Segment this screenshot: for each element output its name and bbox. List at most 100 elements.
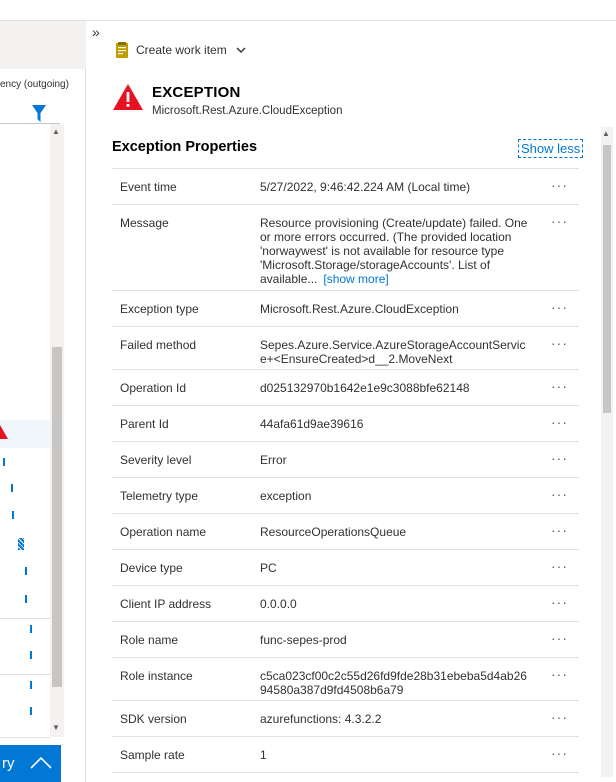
property-value: Microsoft.Rest.Azure.CloudException: [260, 302, 459, 316]
property-key: Telemetry type: [120, 489, 199, 503]
table-row: Role instance c5ca023cf00c2c55d26fd9fde2…: [112, 658, 579, 701]
work-item-label: Create work item: [136, 43, 227, 57]
show-less-link[interactable]: Show less: [518, 139, 584, 158]
more-icon[interactable]: ···: [551, 522, 568, 538]
more-icon[interactable]: ···: [551, 558, 568, 574]
left-results-pane: ency (outgoing) ▲ ▼: [0, 21, 86, 782]
dependency-bar: [25, 595, 27, 603]
property-key: Message: [120, 216, 169, 230]
property-key: Operation Id: [120, 381, 187, 395]
property-value: Resource provisioning (Create/update) fa…: [260, 216, 528, 286]
dependency-bar: [12, 511, 14, 519]
more-icon[interactable]: ···: [551, 666, 568, 682]
property-value: 1: [260, 748, 267, 762]
more-icon[interactable]: ···: [551, 414, 568, 430]
left-scroll-down-icon[interactable]: ▼: [52, 723, 60, 732]
scroll-up-icon[interactable]: ▲: [602, 129, 610, 138]
exception-title: EXCEPTION: [152, 84, 241, 101]
create-work-item-button[interactable]: Create work item: [115, 39, 246, 61]
property-value: PC: [260, 561, 277, 575]
property-key: SDK version: [120, 712, 187, 726]
dependency-bar: [30, 625, 32, 633]
group-divider: [0, 618, 50, 619]
dependency-bar: [30, 681, 32, 689]
table-row: SDK version azurefunctions: 4.3.2.2 ···: [112, 701, 579, 737]
telemetry-toggle-button[interactable]: ry: [0, 745, 61, 782]
property-value: c5ca023cf00c2c55d26fd9fde28b31ebeba5d4ab…: [260, 669, 527, 697]
table-row: Operation name ResourceOperationsQueue ·…: [112, 514, 579, 550]
properties-table: Event time 5/27/2022, 9:46:42.224 AM (Lo…: [112, 168, 579, 773]
table-row: Telemetry type exception ···: [112, 478, 579, 514]
chevron-up-icon: [30, 756, 52, 769]
table-row: Message Resource provisioning (Create/up…: [112, 205, 579, 291]
expand-icon[interactable]: »: [92, 24, 100, 40]
property-value: exception: [260, 489, 312, 503]
telemetry-button-label: ry: [2, 755, 15, 772]
error-triangle-icon: [113, 84, 143, 110]
table-row: Sample rate 1 ···: [112, 737, 579, 773]
error-triangle-icon: [0, 425, 8, 439]
dependency-bar: [3, 458, 5, 466]
more-icon[interactable]: ···: [551, 745, 568, 761]
exception-type-subtitle: Microsoft.Rest.Azure.CloudException: [152, 105, 343, 117]
more-icon[interactable]: ···: [551, 486, 568, 502]
dependency-bar-striped: [18, 538, 24, 550]
table-row: Failed method Sepes.Azure.Service.AzureS…: [112, 327, 579, 370]
top-border: [0, 0, 616, 21]
property-key: Severity level: [120, 453, 192, 467]
section-title: Exception Properties: [112, 139, 258, 155]
group-divider: [0, 737, 50, 738]
dependency-bar: [30, 651, 32, 659]
chevron-down-icon: [236, 47, 246, 53]
scroll-thumb[interactable]: [603, 145, 611, 413]
table-row: Client IP address 0.0.0.0 ···: [112, 586, 579, 622]
more-icon[interactable]: ···: [551, 450, 568, 466]
more-icon[interactable]: ···: [551, 335, 568, 351]
column-header-dependency[interactable]: ency (outgoing): [0, 79, 69, 90]
property-value: Sepes.Azure.Service.AzureStorageAccountS…: [260, 338, 526, 366]
more-icon[interactable]: ···: [551, 213, 568, 229]
exception-details-pane: » Create work item EXCEPTION Microsoft.R…: [87, 21, 616, 782]
property-key: Exception type: [120, 302, 199, 316]
table-row: Event time 5/27/2022, 9:46:42.224 AM (Lo…: [112, 169, 579, 205]
dependency-bar: [25, 567, 27, 575]
more-icon[interactable]: ···: [551, 299, 568, 315]
more-icon[interactable]: ···: [551, 709, 568, 725]
filter-icon[interactable]: [32, 105, 46, 123]
work-item-icon: [116, 42, 128, 58]
table-row: Operation Id d025132970b1642e1e9c3088bfe…: [112, 370, 579, 406]
table-row: Device type PC ···: [112, 550, 579, 586]
property-value: ResourceOperationsQueue: [260, 525, 407, 539]
property-key: Device type: [120, 561, 183, 575]
property-key: Role name: [120, 633, 179, 647]
left-scroll-thumb[interactable]: [52, 347, 62, 687]
property-value: func-sepes-prod: [260, 633, 347, 647]
left-pane-header: [0, 21, 86, 69]
property-key: Parent Id: [120, 417, 169, 431]
property-value-wrap: Resource provisioning (Create/update) fa…: [260, 216, 532, 286]
left-scroll-up-icon[interactable]: ▲: [52, 127, 60, 136]
more-icon[interactable]: ···: [551, 594, 568, 610]
property-value: 44afa61d9ae39616: [260, 417, 364, 431]
more-icon[interactable]: ···: [551, 177, 568, 193]
table-row: Severity level Error ···: [112, 442, 579, 478]
more-icon[interactable]: ···: [551, 630, 568, 646]
property-key: Event time: [120, 180, 177, 194]
dependency-bar: [11, 484, 13, 492]
group-divider: [0, 674, 50, 675]
table-row: Role name func-sepes-prod ···: [112, 622, 579, 658]
table-row: Parent Id 44afa61d9ae39616 ···: [112, 406, 579, 442]
property-key: Sample rate: [120, 748, 185, 762]
property-key: Role instance: [120, 669, 193, 683]
table-row: Exception type Microsoft.Rest.Azure.Clou…: [112, 291, 579, 327]
dependency-bar: [30, 707, 32, 715]
more-icon[interactable]: ···: [551, 378, 568, 394]
property-value: azurefunctions: 4.3.2.2: [260, 712, 382, 726]
property-value: d025132970b1642e1e9c3088bfe62148: [260, 381, 470, 395]
show-more-link[interactable]: [show more]: [323, 272, 388, 286]
property-key: Client IP address: [120, 597, 212, 611]
property-key: Failed method: [120, 338, 197, 352]
property-value: Error: [260, 453, 287, 467]
property-value: 5/27/2022, 9:46:42.224 AM (Local time): [260, 180, 471, 194]
property-key: Operation name: [120, 525, 207, 539]
